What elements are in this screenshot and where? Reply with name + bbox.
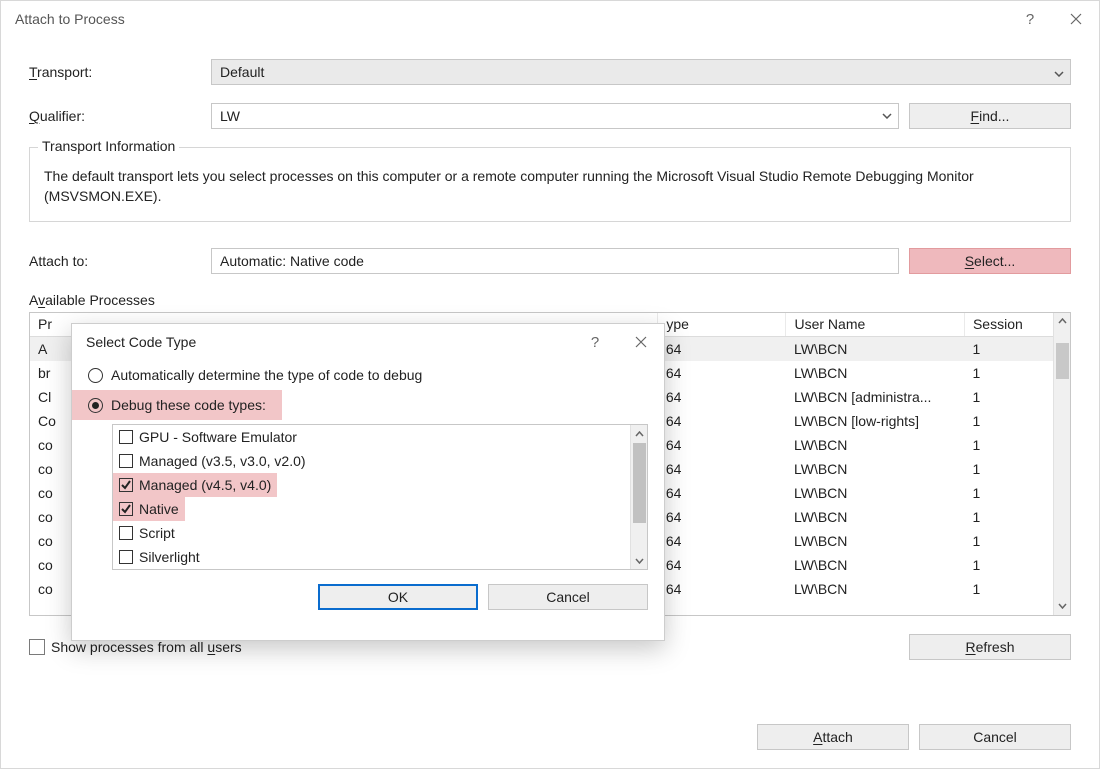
qualifier-value: LW — [220, 108, 240, 124]
radio-types-label: Debug these code types: — [111, 397, 266, 413]
transport-label: Transport: — [29, 64, 211, 80]
code-type-item[interactable]: GPU - Software Emulator — [113, 425, 647, 449]
code-type-label: Managed (v4.5, v4.0) — [139, 477, 271, 493]
find-button[interactable]: Find... — [909, 103, 1071, 129]
close-icon[interactable] — [618, 324, 664, 360]
code-type-label: Script — [139, 525, 175, 541]
group-title: Transport Information — [38, 138, 179, 154]
checkbox-icon[interactable] — [119, 526, 133, 540]
transport-info-text: The default transport lets you select pr… — [44, 166, 1056, 207]
transport-info-group: Transport Information The default transp… — [29, 147, 1071, 222]
code-type-label: Silverlight — [139, 549, 200, 565]
code-type-item[interactable]: Native — [113, 497, 185, 521]
transport-row: Transport: Default — [29, 59, 1071, 85]
cancel-button[interactable]: Cancel — [919, 724, 1071, 750]
select-button[interactable]: Select... — [909, 248, 1071, 274]
code-type-list[interactable]: GPU - Software Emulator Managed (v3.5, v3… — [112, 424, 648, 570]
main-footer: Attach Cancel — [1, 710, 1099, 768]
refresh-button[interactable]: Refresh — [909, 634, 1071, 660]
code-type-item[interactable]: Silverlight — [113, 545, 647, 569]
inner-title: Select Code Type — [86, 334, 196, 350]
inner-titlebar: Select Code Type ? — [72, 324, 664, 360]
close-icon[interactable] — [1053, 1, 1099, 37]
code-type-item[interactable]: Managed (v4.5, v4.0) — [113, 473, 277, 497]
inner-footer: OK Cancel — [72, 578, 664, 622]
attach-to-label: Attach to: — [29, 253, 211, 269]
code-type-label: Managed (v3.5, v3.0, v2.0) — [139, 453, 306, 469]
ok-button[interactable]: OK — [318, 584, 478, 610]
chevron-down-icon — [876, 104, 898, 128]
checkbox-icon[interactable] — [119, 478, 133, 492]
qualifier-label: Qualifier: — [29, 108, 211, 124]
chevron-down-icon — [1054, 64, 1064, 80]
radio-debug-types[interactable]: Debug these code types: — [72, 390, 282, 420]
col-user[interactable]: User Name — [786, 313, 964, 337]
col-type[interactable]: ype — [658, 313, 786, 337]
inner-cancel-button[interactable]: Cancel — [488, 584, 648, 610]
qualifier-combo[interactable]: LW — [211, 103, 899, 129]
available-processes-label: Available Processes — [29, 292, 1071, 308]
attach-button[interactable]: Attach — [757, 724, 909, 750]
radio-auto-label: Automatically determine the type of code… — [111, 367, 422, 383]
code-list-scrollbar[interactable] — [630, 425, 647, 569]
code-type-label: Native — [139, 501, 179, 517]
process-scrollbar[interactable] — [1053, 313, 1070, 615]
transport-value: Default — [220, 64, 264, 80]
attach-to-row: Attach to: Automatic: Native code Select… — [29, 248, 1071, 274]
code-type-label: GPU - Software Emulator — [139, 429, 297, 445]
code-type-item[interactable]: Managed (v3.5, v3.0, v2.0) — [113, 449, 647, 473]
help-icon[interactable]: ? — [1007, 1, 1053, 37]
checkbox-icon[interactable] — [119, 550, 133, 564]
radio-auto[interactable]: Automatically determine the type of code… — [72, 360, 664, 390]
attach-dialog: Attach to Process ? Transport: Default Q… — [0, 0, 1100, 769]
checkbox-icon[interactable] — [119, 502, 133, 516]
transport-dropdown[interactable]: Default — [211, 59, 1071, 85]
attach-to-value: Automatic: Native code — [220, 253, 364, 269]
checkbox-icon[interactable] — [119, 430, 133, 444]
main-title: Attach to Process — [15, 11, 125, 27]
select-code-type-dialog: Select Code Type ? Automatically determi… — [71, 323, 665, 641]
attach-to-value-box: Automatic: Native code — [211, 248, 899, 274]
checkbox-icon[interactable] — [119, 454, 133, 468]
code-type-item[interactable]: Script — [113, 521, 647, 545]
help-icon[interactable]: ? — [572, 324, 618, 360]
qualifier-row: Qualifier: LW Find... — [29, 103, 1071, 129]
main-titlebar: Attach to Process ? — [1, 1, 1099, 37]
